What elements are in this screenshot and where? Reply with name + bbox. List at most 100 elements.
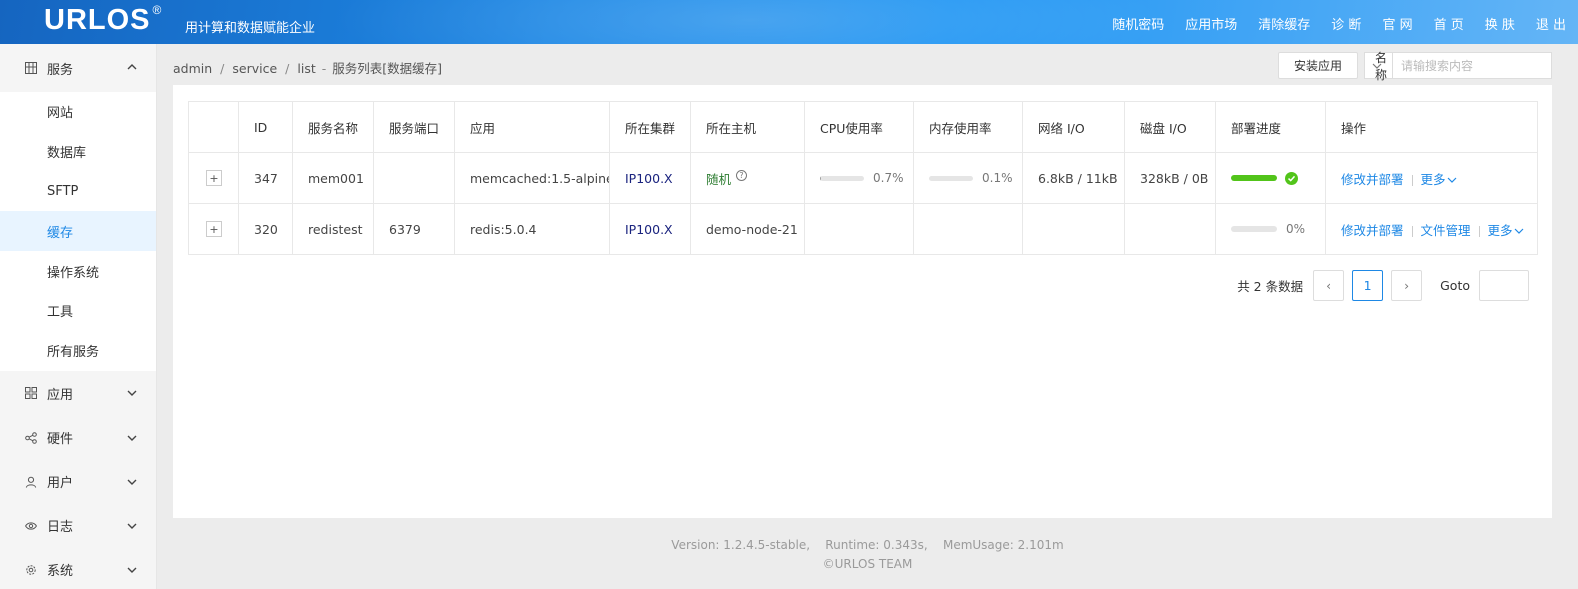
search-group: 名称 bbox=[1364, 51, 1552, 82]
more-label: 更多 bbox=[1487, 222, 1513, 238]
top-nav: 随机密码 应用市场 清除缓存 诊 断 官 网 首 页 换 肤 退 出 bbox=[1091, 14, 1566, 33]
table-row: + 347 mem001 memcached:1.5-alpine IP100.… bbox=[188, 152, 1538, 204]
chevron-down-icon bbox=[1514, 228, 1523, 234]
sidebar-group-service[interactable]: 服务 bbox=[0, 44, 156, 92]
expand-row-button[interactable]: + bbox=[206, 221, 222, 238]
col-host: 所在主机 bbox=[690, 101, 805, 153]
sidebar-group-logs[interactable]: 日志 bbox=[0, 504, 156, 548]
prev-page-button[interactable]: ‹ bbox=[1313, 270, 1345, 301]
nav-clear-cache[interactable]: 清除缓存 bbox=[1258, 14, 1310, 33]
chevron-down-icon bbox=[127, 435, 137, 441]
sidebar-item-website[interactable]: 网站 bbox=[0, 92, 156, 132]
col-actions: 操作 bbox=[1325, 101, 1538, 153]
cell-cluster: IP100.X bbox=[609, 152, 691, 204]
deploy-progress-fill bbox=[1231, 175, 1277, 181]
cell-id: 320 bbox=[238, 203, 293, 255]
service-submenu: 网站 数据库 SFTP 缓存 操作系统 工具 所有服务 bbox=[0, 92, 156, 371]
sidebar-item-cache[interactable]: 缓存 bbox=[0, 211, 156, 252]
logo[interactable]: URLOS ® bbox=[44, 3, 163, 37]
cell-net-io bbox=[1022, 203, 1125, 255]
breadcrumb-service[interactable]: service bbox=[232, 61, 277, 76]
search-field-select[interactable]: 名称 bbox=[1365, 51, 1393, 82]
table-header-row: ID 服务名称 服务端口 应用 所在集群 所在主机 CPU使用率 内存使用率 网… bbox=[188, 101, 1538, 153]
modify-deploy-link[interactable]: 修改并部署 bbox=[1341, 223, 1404, 238]
breadcrumb-admin[interactable]: admin bbox=[173, 61, 212, 76]
col-cpu: CPU使用率 bbox=[804, 101, 914, 153]
gear-icon bbox=[24, 563, 38, 577]
cell-port bbox=[373, 152, 455, 204]
sidebar-group-label: 应用 bbox=[47, 387, 74, 403]
sidebar-group-apps[interactable]: 应用 bbox=[0, 371, 156, 416]
nav-random-password[interactable]: 随机密码 bbox=[1112, 14, 1164, 33]
col-net-io: 网络 I/O bbox=[1022, 101, 1125, 153]
sidebar-item-database[interactable]: 数据库 bbox=[0, 132, 156, 172]
sidebar-group-label: 硬件 bbox=[47, 432, 74, 448]
sidebar-item-sftp[interactable]: SFTP bbox=[0, 172, 156, 212]
grid-icon bbox=[24, 61, 38, 75]
cell-name: mem001 bbox=[292, 152, 374, 204]
sidebar-group-label: 服务 bbox=[47, 62, 74, 78]
sidebar-item-all-services[interactable]: 所有服务 bbox=[0, 331, 156, 371]
nav-skin[interactable]: 换 肤 bbox=[1485, 14, 1515, 33]
mem-usage-text: 0.1% bbox=[982, 171, 1013, 185]
logo-text: URLOS bbox=[44, 4, 151, 36]
page-button-current[interactable]: 1 bbox=[1352, 270, 1384, 301]
chevron-up-icon bbox=[127, 64, 137, 70]
deploy-progress-bar bbox=[1231, 226, 1277, 232]
more-label: 更多 bbox=[1420, 171, 1446, 187]
cell-id: 347 bbox=[238, 152, 293, 204]
slogan: 用计算和数据赋能企业 bbox=[185, 21, 316, 36]
col-app: 应用 bbox=[454, 101, 610, 153]
sidebar-item-tools[interactable]: 工具 bbox=[0, 291, 156, 331]
cell-deploy: 0% bbox=[1215, 203, 1326, 255]
nav-logout[interactable]: 退 出 bbox=[1536, 14, 1566, 33]
chevron-down-icon bbox=[1447, 177, 1456, 183]
cell-host: demo-node-21 bbox=[690, 203, 805, 255]
logo-trademark: ® bbox=[152, 3, 163, 18]
help-icon[interactable]: ? bbox=[736, 169, 748, 181]
deploy-progress-text: 0% bbox=[1286, 222, 1306, 236]
next-page-button[interactable]: › bbox=[1391, 270, 1423, 301]
breadcrumb: admin / service / list - 服务列表[数据缓存] bbox=[173, 61, 443, 76]
cell-disk-io bbox=[1124, 203, 1216, 255]
modify-deploy-link[interactable]: 修改并部署 bbox=[1341, 172, 1404, 187]
page-title: 服务列表[数据缓存] bbox=[332, 61, 443, 76]
sidebar-group-hardware[interactable]: 硬件 bbox=[0, 416, 156, 460]
nav-home[interactable]: 首 页 bbox=[1434, 14, 1464, 33]
file-manager-link[interactable]: 文件管理 bbox=[1421, 223, 1471, 238]
eye-icon bbox=[24, 519, 38, 533]
goto-page-input[interactable] bbox=[1479, 270, 1529, 301]
breadcrumb-list[interactable]: list bbox=[297, 61, 315, 76]
nav-diagnose[interactable]: 诊 断 bbox=[1331, 14, 1361, 33]
cell-port: 6379 bbox=[373, 203, 455, 255]
expand-row-button[interactable]: + bbox=[206, 170, 222, 187]
more-dropdown[interactable]: 更多 bbox=[1421, 172, 1457, 187]
check-circle-icon bbox=[1285, 171, 1298, 185]
content-panel: ID 服务名称 服务端口 应用 所在集群 所在主机 CPU使用率 内存使用率 网… bbox=[173, 85, 1552, 518]
total-count: 共 2 条数据 bbox=[1237, 279, 1304, 294]
cell-app: memcached:1.5-alpine bbox=[454, 152, 610, 204]
sidebar: 服务 网站 数据库 SFTP 缓存 操作系统 工具 所有服务 应用 硬件 用户 bbox=[0, 44, 157, 589]
install-app-button[interactable]: 安装应用 bbox=[1278, 52, 1358, 79]
cell-mem: 0.1% bbox=[913, 152, 1023, 204]
cell-cpu bbox=[804, 203, 914, 255]
sidebar-item-os[interactable]: 操作系统 bbox=[0, 251, 156, 291]
sidebar-group-label: 日志 bbox=[47, 520, 74, 536]
sidebar-group-system[interactable]: 系统 bbox=[0, 548, 156, 589]
more-dropdown[interactable]: 更多 bbox=[1488, 223, 1524, 238]
col-disk-io: 磁盘 I/O bbox=[1124, 101, 1216, 153]
col-deploy: 部署进度 bbox=[1215, 101, 1326, 153]
nav-official-site[interactable]: 官 网 bbox=[1382, 14, 1412, 33]
col-mem: 内存使用率 bbox=[913, 101, 1023, 153]
apps-icon bbox=[24, 386, 38, 400]
user-icon bbox=[24, 475, 38, 489]
sidebar-group-users[interactable]: 用户 bbox=[0, 460, 156, 504]
search-input[interactable] bbox=[1393, 53, 1551, 78]
table-row: + 320 redistest 6379 redis:5.0.4 IP100.X… bbox=[188, 203, 1538, 255]
footer-version: Version: 1.2.4.5-stable, Runtime: 0.343s… bbox=[671, 538, 1064, 552]
cell-app: redis:5.0.4 bbox=[454, 203, 610, 255]
cell-mem bbox=[913, 203, 1023, 255]
col-expand bbox=[188, 101, 239, 153]
nav-app-market[interactable]: 应用市场 bbox=[1185, 14, 1237, 33]
sidebar-group-label: 系统 bbox=[47, 564, 74, 580]
